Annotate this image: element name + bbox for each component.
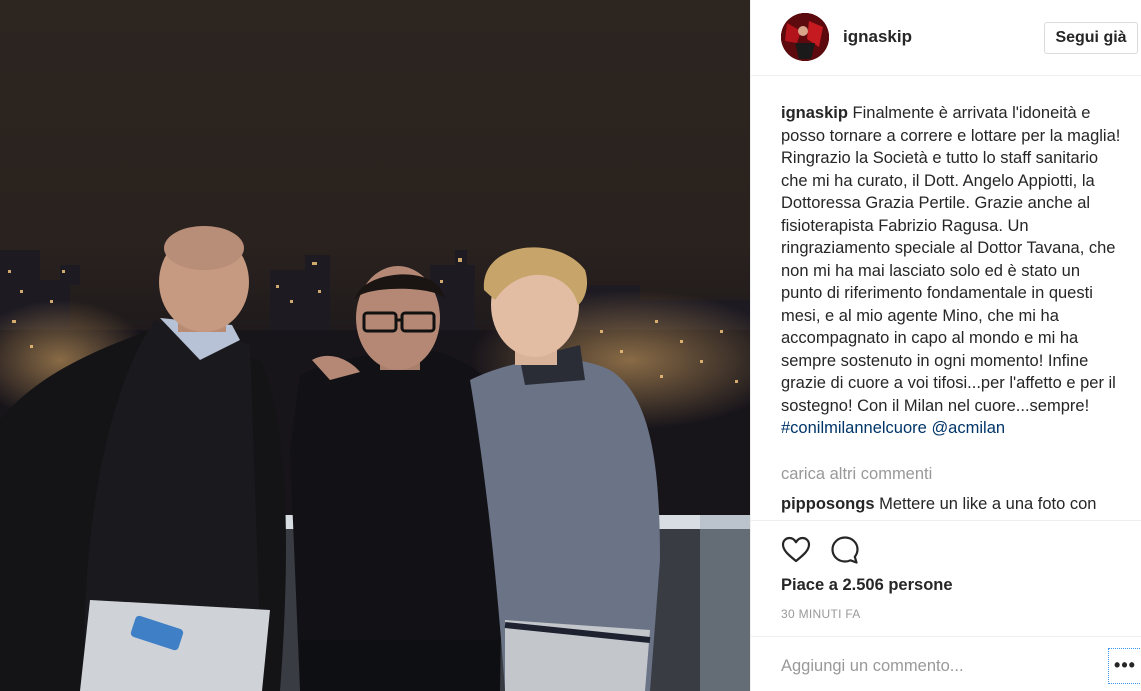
comment-button[interactable]: [829, 534, 861, 566]
photo-illustration: [0, 226, 750, 691]
comment-divider: [751, 636, 1141, 637]
caption-username[interactable]: ignaskip: [781, 104, 848, 122]
add-comment-input[interactable]: [781, 652, 1101, 680]
mention-link[interactable]: @acmilan: [931, 419, 1005, 437]
likes-count[interactable]: Piace a 2.506 persone: [781, 576, 953, 595]
author-username[interactable]: ignaskip: [843, 27, 912, 47]
post-caption: ignaskip Finalmente è arrivata l'idoneit…: [781, 102, 1121, 440]
post-header: ignaskip Segui già: [751, 0, 1141, 76]
following-button[interactable]: Segui già: [1044, 22, 1138, 54]
actions-divider: [751, 520, 1141, 521]
hashtag-link[interactable]: #conilmilannelcuore: [781, 419, 927, 437]
comment-item: pipposongs Mettere un like a una foto co…: [781, 495, 1131, 514]
like-button[interactable]: [780, 534, 812, 566]
more-options-button[interactable]: •••: [1108, 648, 1141, 684]
post-photo[interactable]: [0, 0, 750, 691]
avatar-image: [781, 13, 829, 61]
post-sidebar: ignaskip Segui già ignaskip Finalmente è…: [750, 0, 1141, 691]
post-timestamp: 30 MINUTI FA: [781, 607, 861, 621]
load-more-comments[interactable]: carica altri commenti: [781, 465, 932, 484]
heart-outline-icon: [781, 536, 811, 563]
comment-text: Mettere un like a una foto con: [879, 495, 1097, 513]
comment-username[interactable]: pipposongs: [781, 495, 875, 513]
avatar[interactable]: [781, 13, 829, 61]
caption-text: Finalmente è arrivata l'idoneità e posso…: [781, 104, 1121, 415]
ellipsis-icon: •••: [1114, 655, 1136, 675]
speech-bubble-icon: [831, 536, 859, 564]
